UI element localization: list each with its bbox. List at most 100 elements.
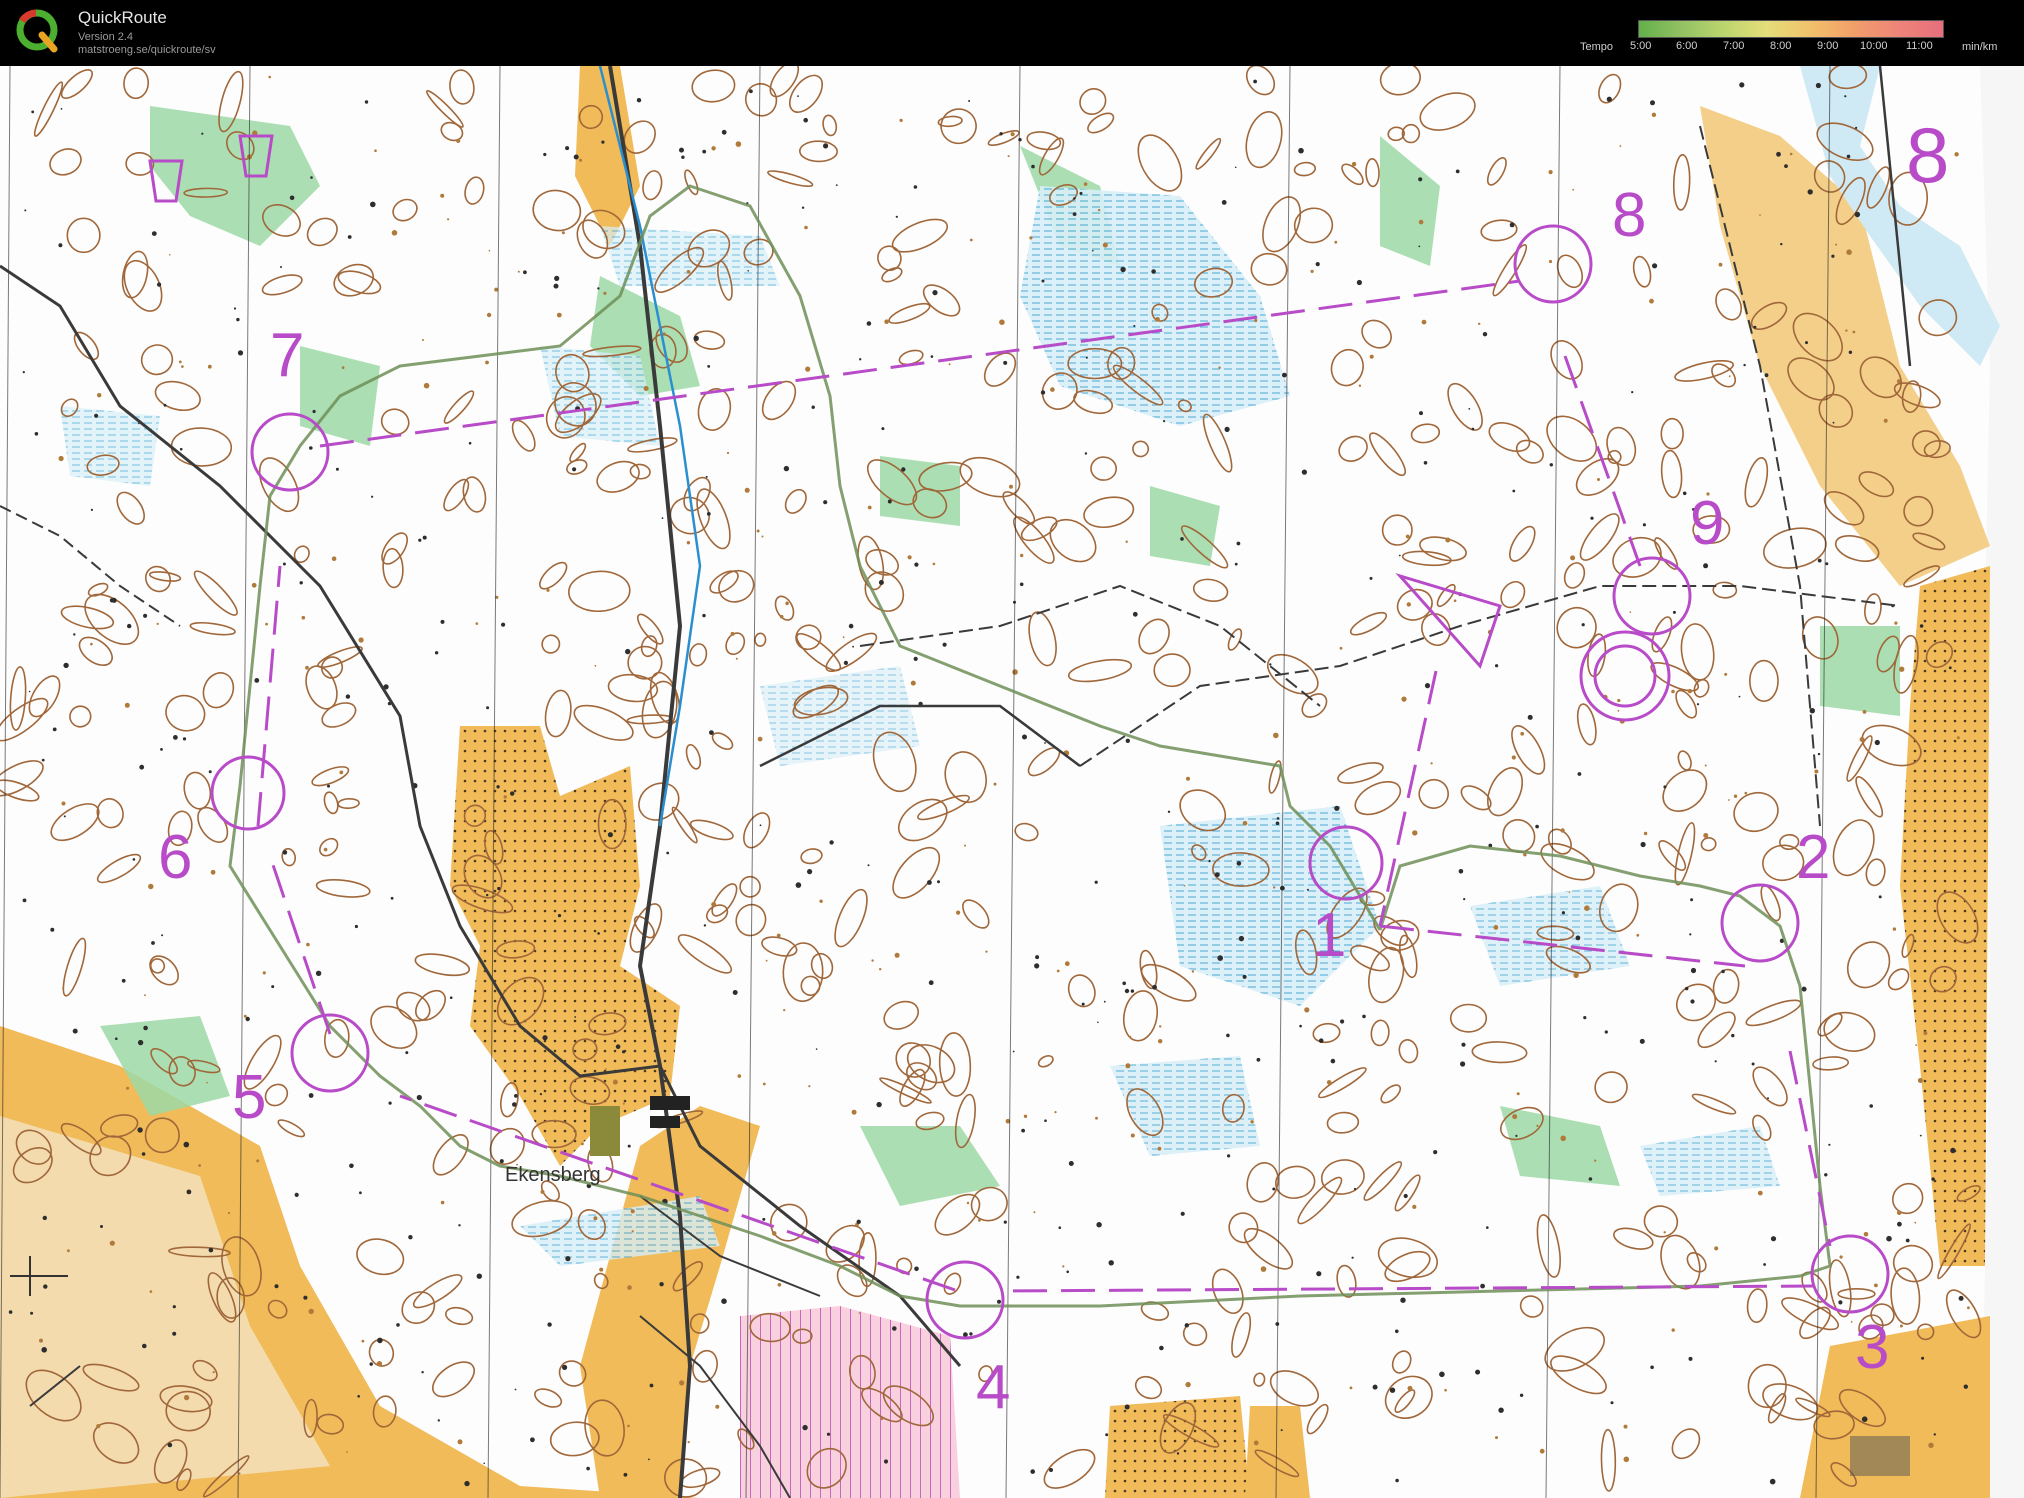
boulder	[901, 467, 906, 472]
boulder	[1696, 703, 1700, 706]
boulder	[910, 680, 916, 686]
boulder	[808, 1085, 811, 1088]
boulder	[1682, 491, 1687, 496]
boulder	[1460, 1061, 1466, 1067]
boulder	[878, 580, 884, 585]
boulder	[1869, 1104, 1873, 1108]
boulder	[280, 266, 282, 268]
control-number: 6	[158, 823, 192, 892]
boulder	[1092, 249, 1094, 252]
boulder	[94, 413, 99, 418]
boulder	[1424, 683, 1431, 689]
boulder	[636, 98, 642, 103]
boulder	[142, 1343, 147, 1349]
boulder	[41, 758, 45, 762]
boulder	[1475, 1369, 1481, 1375]
boulder	[1208, 859, 1211, 863]
map-canvas[interactable]: 1 2 3 4 5 6 7 8 9 8 Ekensberg	[0, 66, 2024, 1498]
boulder	[597, 287, 600, 290]
boulder	[1106, 361, 1110, 364]
boulder	[1527, 714, 1533, 720]
control-number: 1	[1312, 901, 1346, 970]
boulder	[148, 883, 154, 890]
boulder	[1096, 1222, 1102, 1228]
boulder	[1764, 373, 1769, 378]
boulder	[705, 475, 708, 478]
boulder	[1899, 666, 1905, 672]
boulder	[371, 495, 374, 498]
boulder	[757, 736, 763, 742]
boulder	[1463, 898, 1466, 901]
boulder	[1739, 82, 1745, 88]
boulder	[72, 1028, 78, 1034]
boulder	[212, 1371, 215, 1374]
boulder	[1272, 1187, 1276, 1191]
boulder	[1776, 151, 1781, 157]
boulder	[1828, 1143, 1831, 1146]
boulder	[1084, 452, 1088, 455]
boulder	[121, 978, 126, 983]
boulder	[1817, 752, 1821, 756]
boulder	[1217, 955, 1223, 961]
boulder	[486, 706, 490, 710]
boulder	[1334, 805, 1340, 811]
boulder	[554, 275, 560, 281]
boulder	[1480, 1283, 1485, 1289]
boulder	[1784, 164, 1788, 168]
boulder	[622, 1102, 625, 1105]
boulder	[1369, 354, 1374, 359]
boulder	[776, 933, 781, 938]
boulder	[1584, 905, 1590, 911]
boulder	[1923, 1031, 1928, 1036]
boulder	[928, 980, 934, 986]
boulder	[308, 1093, 314, 1098]
boulder	[1958, 1295, 1964, 1301]
boulder	[1807, 189, 1813, 195]
boulder	[1721, 969, 1725, 974]
boulder	[1158, 1039, 1163, 1044]
boulder	[1714, 1060, 1717, 1063]
boulder	[631, 1230, 634, 1233]
boulder	[109, 1240, 115, 1246]
boulder	[579, 158, 583, 162]
boulder	[483, 1462, 486, 1465]
boulder	[457, 1439, 463, 1445]
boulder	[1478, 322, 1481, 325]
boulder	[823, 143, 829, 149]
boulder	[115, 1037, 118, 1040]
boulder	[895, 215, 898, 218]
boulder	[1412, 830, 1418, 836]
boulder	[1573, 972, 1579, 978]
boulder	[1835, 243, 1838, 246]
boulder	[605, 1068, 607, 1070]
boulder	[1883, 418, 1888, 423]
boulder	[1097, 1021, 1099, 1024]
boulder	[661, 517, 664, 519]
boulder	[449, 996, 453, 999]
boulder	[503, 795, 507, 799]
boulder	[1848, 350, 1853, 354]
boulder	[1548, 170, 1553, 175]
boulder	[573, 154, 579, 160]
boulder	[1269, 663, 1272, 666]
boulder	[1124, 1404, 1130, 1410]
orienteering-map[interactable]: 1 2 3 4 5 6 7 8 9 8 Ekensberg	[0, 66, 2024, 1498]
boulder	[1572, 188, 1575, 191]
boulder	[969, 238, 973, 242]
boulder	[546, 588, 550, 592]
boulder	[39, 1338, 43, 1343]
boulder	[157, 282, 162, 287]
boulder	[1253, 1440, 1259, 1446]
boulder	[565, 1256, 571, 1262]
boulder	[90, 642, 93, 646]
boulder	[1583, 1016, 1587, 1020]
boulder	[1560, 828, 1565, 833]
boulder	[1744, 791, 1748, 795]
boulder	[124, 702, 130, 708]
boulder	[1535, 824, 1539, 829]
boulder	[370, 201, 376, 208]
boulder	[361, 1339, 365, 1343]
boulder	[1315, 262, 1320, 267]
boulder	[1963, 1384, 1969, 1389]
boulder	[1095, 1116, 1098, 1120]
